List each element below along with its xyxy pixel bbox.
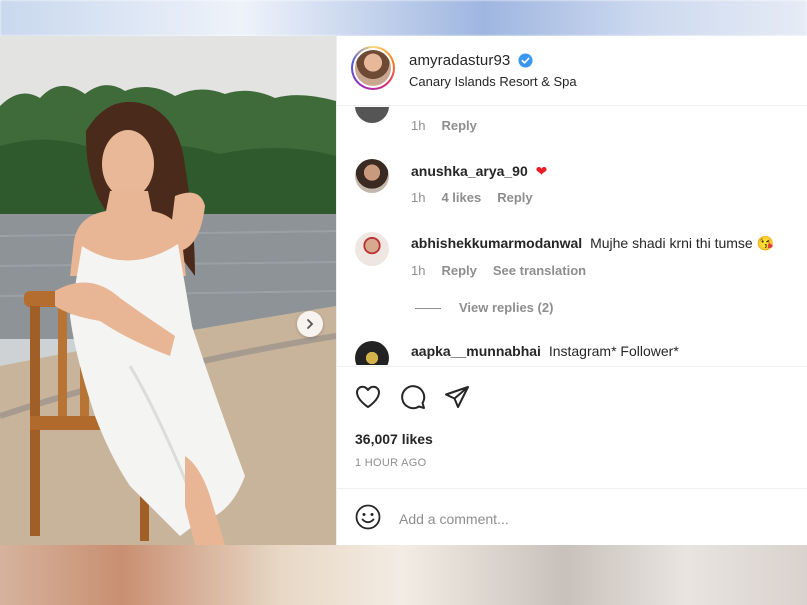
comment-avatar[interactable]: [355, 341, 389, 365]
comment-text: aapka__munnabhai Instagram* Follower*: [411, 343, 679, 359]
comments-list[interactable]: 1h Reply anushka_arya_90 ❤ 1h 4 likes Re…: [337, 107, 807, 365]
comment-avatar[interactable]: [355, 232, 389, 266]
emoji-icon: [355, 504, 381, 530]
post-header: amyradastur93 Canary Islands Resort & Sp…: [337, 36, 807, 106]
background-blur-top: [0, 0, 807, 36]
comment-meta: 1h 4 likes Reply: [411, 190, 533, 205]
comment-username[interactable]: aapka__munnabhai: [411, 343, 541, 359]
share-icon: [445, 386, 469, 408]
see-translation-button[interactable]: See translation: [493, 263, 586, 278]
comment-avatar[interactable]: [355, 107, 389, 123]
like-button[interactable]: [354, 383, 382, 411]
comment-username[interactable]: anushka_arya_90: [411, 163, 528, 179]
emoji-button[interactable]: [354, 503, 382, 531]
reply-button[interactable]: Reply: [441, 118, 476, 133]
comment-button[interactable]: [399, 383, 427, 411]
post-panel: amyradastur93 Canary Islands Resort & Sp…: [336, 36, 807, 545]
comment-likes[interactable]: 4 likes: [441, 190, 481, 205]
comment-time[interactable]: 1h: [411, 118, 425, 133]
heart-icon: [356, 385, 380, 408]
reply-button[interactable]: Reply: [441, 263, 476, 278]
comment-time[interactable]: 1h: [411, 190, 425, 205]
author-avatar[interactable]: [351, 46, 395, 90]
comment-username[interactable]: abhishekkumarmodanwal: [411, 235, 582, 251]
comment-text: abhishekkumarmodanwal Mujhe shadi krni t…: [411, 235, 774, 252]
comment-time[interactable]: 1h: [411, 263, 425, 278]
next-photo-button[interactable]: [297, 311, 323, 337]
comment-body: Mujhe shadi krni thi tumse: [590, 235, 753, 251]
verified-badge-icon: [518, 53, 533, 68]
comment-input[interactable]: Add a comment...: [399, 511, 509, 527]
chevron-right-icon: [307, 319, 314, 329]
comment-body: ❤: [535, 163, 548, 179]
like-count[interactable]: 36,007 likes: [355, 431, 433, 447]
author-username[interactable]: amyradastur93: [409, 52, 510, 69]
comment-avatar[interactable]: [355, 159, 389, 193]
replies-divider: [415, 308, 441, 309]
comment-composer: Add a comment...: [337, 488, 807, 545]
share-button[interactable]: [443, 383, 471, 411]
comment-body: Instagram* Follower*: [548, 343, 679, 359]
post-photo[interactable]: [0, 36, 336, 545]
post-timestamp[interactable]: 1 HOUR AGO: [355, 457, 426, 469]
post-location[interactable]: Canary Islands Resort & Spa: [409, 74, 577, 89]
comment-icon: [401, 385, 426, 410]
background-blur-bottom: [0, 545, 807, 605]
comment-meta: 1h Reply: [411, 118, 477, 133]
reply-button[interactable]: Reply: [497, 190, 532, 205]
comment-emoji: 😘: [756, 235, 775, 251]
view-replies-button[interactable]: View replies (2): [459, 300, 553, 315]
comment-text: anushka_arya_90 ❤: [411, 163, 547, 180]
view-replies: View replies (2): [459, 300, 553, 315]
comment-meta: 1h Reply See translation: [411, 263, 586, 278]
